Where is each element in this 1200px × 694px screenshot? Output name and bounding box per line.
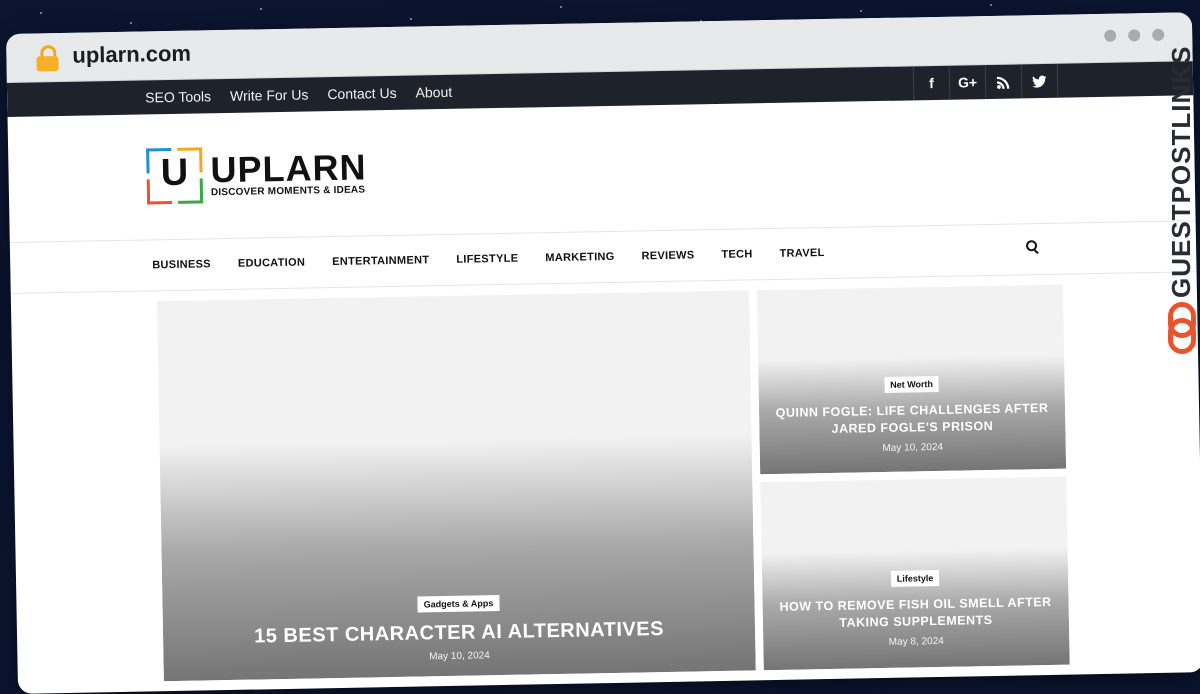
category-badge[interactable]: Gadgets & Apps xyxy=(417,595,500,613)
window-dot[interactable] xyxy=(1104,29,1117,42)
twitter-icon[interactable] xyxy=(1020,63,1059,99)
top-nav-contact-us[interactable]: Contact Us xyxy=(327,76,397,111)
logo-mark: U xyxy=(146,147,204,205)
url-text[interactable]: uplarn.com xyxy=(72,41,191,69)
featured-card-main[interactable]: Gadgets & Apps 15 BEST CHARACTER AI ALTE… xyxy=(156,290,756,682)
site-logo[interactable]: U UPLARN DISCOVER MOMENTS & IDEAS xyxy=(146,144,367,205)
logo-tagline: DISCOVER MOMENTS & IDEAS xyxy=(210,183,366,198)
google-plus-icon[interactable]: G+ xyxy=(948,65,986,100)
window-dot[interactable] xyxy=(1128,29,1141,42)
featured-grid: Gadgets & Apps 15 BEST CHARACTER AI ALTE… xyxy=(156,284,1070,682)
site-header: U UPLARN DISCOVER MOMENTS & IDEAS xyxy=(7,95,1196,243)
rss-icon[interactable] xyxy=(984,64,1022,100)
category-entertainment[interactable]: ENTERTAINMENT xyxy=(332,235,430,287)
category-tech[interactable]: TECH xyxy=(721,229,753,280)
category-business[interactable]: BUSINESS xyxy=(152,239,212,290)
featured-card-tertiary[interactable]: Lifestyle HOW TO REMOVE FISH OIL SMELL A… xyxy=(760,476,1070,671)
top-nav-about[interactable]: About xyxy=(415,75,452,110)
category-marketing[interactable]: MARKETING xyxy=(545,232,615,283)
side-brand-text: GUESTPOSTLINKS xyxy=(1166,45,1196,298)
article-title[interactable]: HOW TO REMOVE FISH OIL SMELL AFTER TAKIN… xyxy=(774,594,1057,633)
category-lifestyle[interactable]: LIFESTYLE xyxy=(456,234,519,285)
search-icon[interactable] xyxy=(1025,240,1042,256)
category-travel[interactable]: TRAVEL xyxy=(779,228,825,279)
category-badge[interactable]: Lifestyle xyxy=(890,569,940,587)
category-badge[interactable]: Net Worth xyxy=(884,375,940,393)
logo-name: UPLARN xyxy=(210,145,367,190)
featured-card-secondary[interactable]: Net Worth QUINN FOGLE: LIFE CHALLENGES A… xyxy=(756,284,1067,475)
logo-letter: U xyxy=(160,151,189,195)
top-nav-write-for-us[interactable]: Write For Us xyxy=(230,77,309,112)
browser-window: uplarn.com SEO Tools Write For Us Contac… xyxy=(6,12,1200,694)
article-title[interactable]: 15 BEST CHARACTER AI ALTERNATIVES xyxy=(175,617,743,650)
category-reviews[interactable]: REVIEWS xyxy=(641,230,695,281)
article-title[interactable]: QUINN FOGLE: LIFE CHALLENGES AFTER JARED… xyxy=(771,400,1054,439)
facebook-icon[interactable]: f xyxy=(912,65,950,101)
top-nav: SEO Tools Write For Us Contact Us About xyxy=(145,75,453,115)
lock-icon xyxy=(36,45,59,72)
link-chain-icon xyxy=(1168,302,1196,354)
top-nav-seo-tools[interactable]: SEO Tools xyxy=(145,79,212,114)
category-education[interactable]: EDUCATION xyxy=(237,238,305,289)
social-links: f G+ xyxy=(912,63,1059,101)
window-controls xyxy=(1104,28,1165,42)
logo-text: UPLARN DISCOVER MOMENTS & IDEAS xyxy=(210,145,367,198)
window-dot[interactable] xyxy=(1152,28,1165,41)
